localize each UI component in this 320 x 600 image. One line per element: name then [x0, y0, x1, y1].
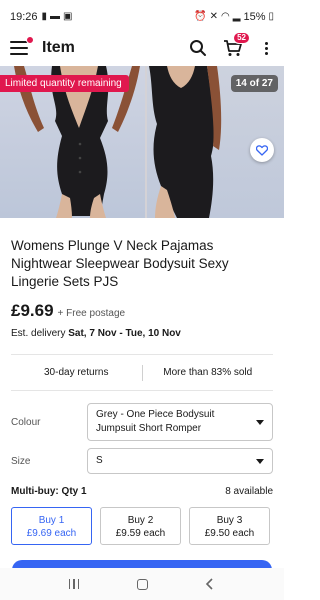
recents-icon[interactable] [68, 579, 80, 589]
menu-button[interactable] [10, 36, 34, 55]
buy-option-price: £9.50 each [204, 528, 255, 539]
buy-3-option[interactable]: Buy 3 £9.50 each [189, 507, 270, 545]
colour-select-value: Grey - One Piece Bodysuit Jumpsuit Short… [96, 409, 215, 434]
image-icon: ▣ [63, 11, 73, 22]
watch-button[interactable] [250, 138, 274, 162]
multibuy-options: Buy 1 £9.69 each Buy 2 £9.59 each Buy 3 … [11, 507, 311, 545]
cart-button[interactable]: 52 [222, 32, 250, 58]
price-row: £9.69 + Free postage [11, 301, 273, 321]
buy-2-option[interactable]: Buy 2 £9.59 each [100, 507, 181, 545]
delivery-dates: Sat, 7 Nov - Tue, 10 Nov [68, 328, 181, 339]
buy-option-qty: Buy 3 [216, 515, 243, 526]
delivery-label: Est. delivery [11, 328, 66, 339]
alarm-icon: ⏰ [194, 11, 207, 22]
colour-option-row: Colour Grey - One Piece Bodysuit Jumpsui… [11, 403, 273, 441]
message-icon: ▬ [50, 11, 61, 22]
sold-perk: More than 83% sold [163, 367, 253, 378]
product-price: £9.69 [11, 301, 54, 320]
size-label: Size [11, 455, 31, 467]
postage-info: + Free postage [57, 308, 126, 319]
search-button[interactable] [188, 38, 208, 58]
search-icon [190, 40, 206, 56]
image-counter: 14 of 27 [230, 75, 278, 92]
delivery-estimate: Est. delivery Sat, 7 Nov - Tue, 10 Nov [11, 328, 273, 339]
signal-icon: ▂ [232, 11, 241, 22]
cart-count-badge: 52 [233, 32, 250, 44]
size-select[interactable]: S [87, 448, 273, 474]
product-title: Womens Plunge V Neck Pajamas Nightwear S… [11, 238, 229, 289]
dropdown-arrow-icon [256, 458, 264, 464]
product-details: Womens Plunge V Neck Pajamas Nightwear S… [0, 237, 284, 545]
system-nav-bar [0, 568, 284, 600]
buy-option-price: £9.69 each [26, 528, 77, 539]
status-bar: 19:26 ▮ ▬ ▣ ⏰ ✕ ◠ ▂ 15% ▯ [0, 0, 284, 34]
dropdown-arrow-icon [256, 419, 264, 425]
size-option-row: Size S [11, 448, 273, 474]
app-bar: Item 52 [0, 32, 284, 62]
notification-dot [26, 36, 34, 44]
buy-option-qty: Buy 1 [38, 515, 65, 526]
colour-label: Colour [11, 416, 41, 428]
buy-1-option[interactable]: Buy 1 £9.69 each [11, 507, 92, 545]
wifi-icon: ◠ [221, 11, 230, 22]
colour-select[interactable]: Grey - One Piece Bodysuit Jumpsuit Short… [87, 403, 273, 441]
limited-quantity-tag: Limited quantity remaining [0, 75, 129, 92]
available-count: 8 available [225, 486, 273, 497]
battery-percent: 15% [243, 11, 266, 23]
perks-bar: 30-day returns More than 83% sold [11, 354, 273, 391]
size-select-value: S [96, 455, 103, 466]
battery-icon: ▯ [268, 11, 274, 22]
multibuy-header: Multi-buy: Qty 1 8 available [11, 486, 273, 497]
mute-icon: ✕ [209, 11, 219, 22]
product-image-gallery[interactable]: Limited quantity remaining 14 of 27 [0, 66, 284, 218]
more-vertical-icon [264, 41, 268, 55]
buy-option-qty: Buy 2 [127, 515, 154, 526]
heart-icon [256, 144, 268, 156]
returns-perk[interactable]: 30-day returns [11, 367, 142, 378]
buy-option-price: £9.59 each [115, 528, 166, 539]
page-title: Item [42, 39, 75, 56]
multibuy-title: Multi-buy: Qty 1 [11, 486, 87, 497]
home-icon[interactable] [136, 578, 148, 590]
back-icon[interactable] [205, 578, 215, 590]
status-time: 19:26 [10, 11, 38, 23]
more-options-button[interactable] [256, 38, 276, 58]
vibrate-icon: ▮ [41, 11, 48, 22]
